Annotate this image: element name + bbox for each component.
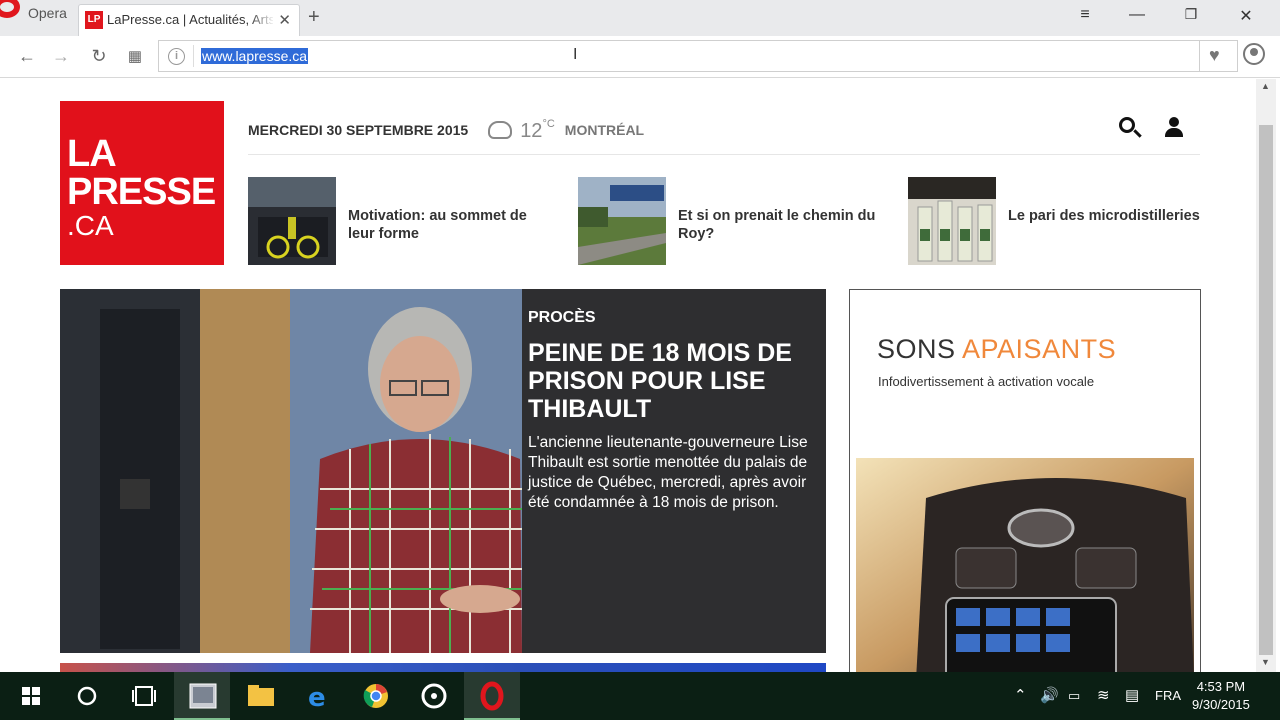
address-toolbar: ← → ↻ ▦ i www.lapresse.ca I ♥ bbox=[0, 36, 1280, 78]
forward-button[interactable]: → bbox=[50, 46, 72, 67]
minimize-button[interactable]: — bbox=[1122, 6, 1152, 24]
taskbar-edge[interactable]: e bbox=[290, 672, 346, 720]
lapresse-logo[interactable]: LA PRESSE .CA bbox=[60, 101, 224, 265]
close-tab-icon[interactable]: ✕ bbox=[278, 11, 291, 29]
advertisement[interactable]: SONS APAISANTS Infodivertissement à acti… bbox=[849, 289, 1201, 672]
cortana-search-button[interactable] bbox=[60, 672, 116, 720]
text-cursor-icon: I bbox=[573, 46, 578, 63]
url-text[interactable]: www.lapresse.ca bbox=[201, 48, 309, 64]
hero-article[interactable]: PROCÈS PEINE DE 18 MOIS DE PRISON POUR L… bbox=[60, 289, 826, 653]
hero-photo bbox=[60, 289, 522, 653]
date-weather-bar: MERCREDI 30 SEPTEMBRE 2015 12°C MONTRÉAL bbox=[248, 117, 645, 142]
cloud-rain-icon bbox=[488, 121, 513, 139]
teaser-chemin-du-roy[interactable]: Et si on prenait le chemin du Roy? bbox=[578, 177, 888, 265]
windows-logo-icon bbox=[22, 687, 40, 705]
ad-car-dashboard-image bbox=[856, 458, 1194, 672]
divider bbox=[248, 154, 1200, 155]
wifi-icon[interactable]: ≋ bbox=[1097, 686, 1110, 704]
new-tab-button[interactable]: + bbox=[308, 6, 320, 29]
opera-logo-icon bbox=[0, 0, 20, 18]
scroll-down-icon[interactable]: ▼ bbox=[1261, 657, 1270, 667]
taskbar-file-explorer[interactable] bbox=[232, 672, 288, 720]
edge-icon: e bbox=[308, 683, 326, 713]
user-account-icon[interactable] bbox=[1165, 117, 1183, 139]
temperature: 12°C bbox=[520, 117, 555, 142]
search-icon[interactable] bbox=[1119, 117, 1135, 133]
scroll-thumb[interactable] bbox=[1259, 125, 1273, 655]
teaser-image bbox=[578, 177, 666, 265]
media-disc-icon bbox=[421, 683, 447, 709]
opera-menu-button[interactable]: Opera bbox=[0, 0, 76, 30]
taskbar-opera[interactable] bbox=[464, 672, 520, 720]
taskbar-chrome[interactable] bbox=[348, 672, 404, 720]
page-scrollbar[interactable]: ▲ ▼ bbox=[1256, 79, 1276, 672]
taskbar-app-window[interactable] bbox=[174, 672, 230, 720]
restore-button[interactable]: ❐ bbox=[1176, 6, 1206, 23]
next-article-image[interactable] bbox=[60, 663, 826, 672]
teaser-motivation[interactable]: Motivation: au sommet de leur forme bbox=[248, 177, 558, 265]
taskbar-media-player[interactable] bbox=[406, 672, 462, 720]
speed-dial-icon[interactable]: ▦ bbox=[124, 47, 146, 65]
system-clock[interactable]: 4:53 PM 9/30/2015 bbox=[1192, 678, 1250, 714]
tab-menu-icon[interactable]: ≡ bbox=[1070, 6, 1100, 24]
hero-summary: L'ancienne lieutenante-gouverneure Lise … bbox=[528, 434, 808, 511]
close-window-button[interactable]: ✕ bbox=[1231, 6, 1261, 26]
chrome-icon bbox=[363, 684, 388, 708]
current-date: MERCREDI 30 SEPTEMBRE 2015 bbox=[248, 122, 469, 138]
weather-city: MONTRÉAL bbox=[564, 122, 645, 138]
hero-headline[interactable]: PEINE DE 18 MOIS DE PRISON POUR LISE THI… bbox=[528, 339, 818, 423]
site-info-icon[interactable]: i bbox=[168, 48, 185, 65]
show-hidden-icons[interactable]: ⌃ bbox=[1014, 686, 1027, 704]
start-button[interactable] bbox=[2, 672, 58, 720]
task-view-button[interactable] bbox=[116, 672, 172, 720]
ad-subtitle: Infodivertissement à activation vocale bbox=[878, 374, 1095, 389]
scroll-up-icon[interactable]: ▲ bbox=[1261, 81, 1270, 91]
clock-time: 4:53 PM bbox=[1196, 679, 1246, 694]
svg-text:e: e bbox=[308, 683, 326, 713]
app-window-icon bbox=[189, 683, 217, 709]
hero-kicker[interactable]: PROCÈS bbox=[528, 309, 818, 327]
opera-icon bbox=[480, 681, 504, 711]
heart-icon: ♥ bbox=[1209, 45, 1220, 65]
reload-button[interactable]: ↻ bbox=[88, 46, 110, 67]
back-button[interactable]: ← bbox=[16, 46, 38, 67]
teaser-title: Et si on prenait le chemin du Roy? bbox=[678, 208, 876, 242]
teaser-title: Le pari des microdistilleries bbox=[1008, 208, 1200, 224]
ad-title: SONS APAISANTS bbox=[877, 334, 1117, 364]
battery-icon[interactable]: ▭ bbox=[1068, 688, 1080, 704]
browser-title-bar: Opera LP LaPresse.ca | Actualités, Arts … bbox=[0, 0, 1280, 36]
bookmark-heart-button[interactable]: ♥ bbox=[1199, 41, 1237, 71]
profile-icon[interactable] bbox=[1243, 43, 1265, 65]
lapresse-favicon-icon: LP bbox=[85, 11, 103, 29]
teaser-image bbox=[908, 177, 996, 265]
web-page: LA PRESSE .CA MERCREDI 30 SEPTEMBRE 2015… bbox=[3, 79, 1255, 672]
address-bar[interactable]: i www.lapresse.ca I ♥ bbox=[158, 40, 1238, 72]
clock-date: 9/30/2015 bbox=[1192, 697, 1250, 712]
tab-lapresse[interactable]: LP LaPresse.ca | Actualités, Arts ✕ bbox=[78, 4, 300, 36]
cortana-icon bbox=[77, 686, 97, 706]
input-language[interactable]: FRA bbox=[1155, 688, 1181, 703]
volume-icon[interactable]: 🔊 bbox=[1040, 686, 1059, 704]
opera-menu-label: Opera bbox=[28, 5, 67, 21]
folder-icon bbox=[248, 685, 274, 706]
task-view-icon bbox=[132, 686, 156, 706]
teaser-image bbox=[248, 177, 336, 265]
windows-taskbar: e ⌃ 🔊 ▭ ≋ ▤ FRA 4:53 PM 9/30/2015 bbox=[0, 672, 1280, 720]
teaser-microdistilleries[interactable]: Le pari des microdistilleries bbox=[908, 177, 1208, 265]
action-center-icon[interactable]: ▤ bbox=[1125, 686, 1139, 704]
teaser-title: Motivation: au sommet de leur forme bbox=[348, 208, 527, 242]
